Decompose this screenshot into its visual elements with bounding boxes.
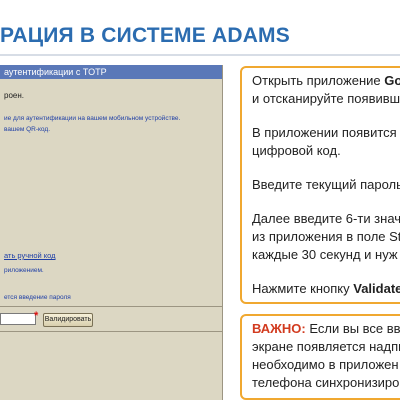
app-divider-bottom <box>0 331 222 332</box>
app-screenshot: аутентификации с TOTP роен. ие для аутен… <box>0 65 223 400</box>
app-status-text: роен. <box>4 91 24 100</box>
required-password-text: ется введение пароля <box>4 294 71 301</box>
instruction-p5-prefix: Нажмите кнопку <box>252 281 354 296</box>
app-line-text: риложением. <box>4 267 44 274</box>
app-instruction-line-1: ие для аутентификации на вашем мобильном… <box>4 115 181 122</box>
instruction-p4-line2: из приложения в поле St <box>252 229 400 244</box>
validate-button[interactable]: Валидировать <box>43 313 93 327</box>
instruction-p4-line1: Далее введите 6-ти знач <box>252 211 400 226</box>
app-instruction-line-2: вашем QR-код. <box>4 126 51 133</box>
app-window-header: аутентификации с TOTP <box>0 65 222 79</box>
instruction-p3-line1: Введите текущий пароль <box>252 177 400 192</box>
important-box: ВАЖНО: Если вы все вво экране появляется… <box>240 314 400 400</box>
instruction-p1-line1: Открыть приложение Go <box>252 72 400 90</box>
verification-code-input[interactable] <box>0 313 36 325</box>
app-divider-top <box>0 306 222 307</box>
important-line-2: экране появляется надпи <box>252 339 400 354</box>
instruction-p5: Нажмите кнопку Validate <box>252 280 400 298</box>
important-line-4: телефона синхронизиро <box>252 375 400 390</box>
title-divider <box>0 54 400 56</box>
important-label: ВАЖНО: <box>252 321 306 336</box>
manual-code-link[interactable]: ать ручной код <box>4 251 56 260</box>
instruction-p1-bold: Go <box>384 73 400 88</box>
instruction-p2-line2: цифровой код. <box>252 143 341 158</box>
required-asterisk: * <box>34 310 39 322</box>
important-line-1: ВАЖНО: Если вы все вво <box>252 320 400 338</box>
important-line-3: необходимо в приложен <box>252 357 399 372</box>
instructions-box: Открыть приложение Go и отсканируйте поя… <box>240 66 400 304</box>
instruction-p5-bold: Validate <box>353 281 400 296</box>
instruction-p4-line3: каждые 30 секунд и нуж <box>252 247 398 262</box>
instruction-p1-prefix: Открыть приложение <box>252 73 385 88</box>
instruction-p2-line1: В приложении появится <box>252 125 397 140</box>
instruction-p1-line2: и отсканируйте появивш <box>252 91 400 106</box>
important-line1-rest: Если вы все вво <box>305 321 400 336</box>
slide-title: РАЦИЯ В СИСТЕМЕ ADAMS <box>0 24 290 47</box>
